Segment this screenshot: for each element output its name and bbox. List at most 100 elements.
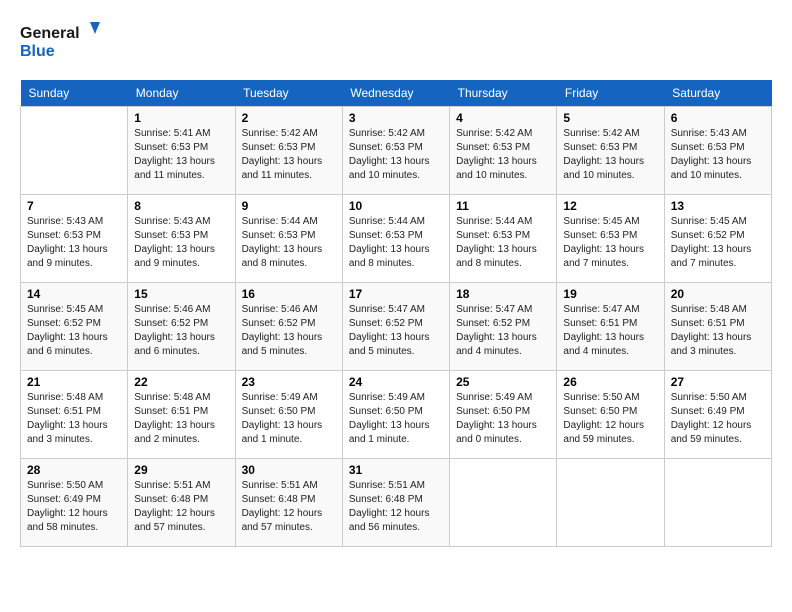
- calendar-cell: 17Sunrise: 5:47 AM Sunset: 6:52 PM Dayli…: [342, 283, 449, 371]
- calendar-week-1: 1 Sunrise: 5:41 AM Sunset: 6:53 PM Daylig…: [21, 107, 772, 195]
- day-info: Sunrise: 5:42 AM Sunset: 6:53 PM Dayligh…: [563, 127, 657, 183]
- day-number: 18: [456, 287, 550, 301]
- day-info: Sunrise: 5:51 AM Sunset: 6:48 PM Dayligh…: [349, 479, 443, 535]
- day-number: 25: [456, 375, 550, 389]
- day-info: Sunrise: 5:48 AM Sunset: 6:51 PM Dayligh…: [134, 391, 228, 447]
- weekday-header-row: SundayMondayTuesdayWednesdayThursdayFrid…: [21, 80, 772, 107]
- day-info: Sunrise: 5:49 AM Sunset: 6:50 PM Dayligh…: [456, 391, 550, 447]
- day-info: Sunrise: 5:51 AM Sunset: 6:48 PM Dayligh…: [134, 479, 228, 535]
- calendar-cell: 23 Sunrise: 5:49 AM Sunset: 6:50 PM Dayli…: [235, 371, 342, 459]
- day-info: Sunrise: 5:46 AM Sunset: 6:52 PM Dayligh…: [242, 303, 336, 359]
- day-number: 29: [134, 463, 228, 477]
- calendar-week-3: 14 Sunrise: 5:45 AM Sunset: 6:52 PM Dayli…: [21, 283, 772, 371]
- day-info: Sunrise: 5:44 AM Sunset: 6:53 PM Dayligh…: [456, 215, 550, 271]
- weekday-monday: Monday: [128, 80, 235, 107]
- day-info: Sunrise: 5:43 AM Sunset: 6:53 PM Dayligh…: [27, 215, 121, 271]
- day-number: 11: [456, 199, 550, 213]
- day-number: 17: [349, 287, 443, 301]
- calendar-cell: 3 Sunrise: 5:42 AM Sunset: 6:53 PM Daylig…: [342, 107, 449, 195]
- day-info: Sunrise: 5:42 AM Sunset: 6:53 PM Dayligh…: [349, 127, 443, 183]
- svg-text:Blue: Blue: [20, 43, 55, 60]
- calendar-cell: 12Sunrise: 5:45 AM Sunset: 6:53 PM Dayli…: [557, 195, 664, 283]
- weekday-saturday: Saturday: [664, 80, 771, 107]
- day-number: 30: [242, 463, 336, 477]
- day-number: 7: [27, 199, 121, 213]
- day-info: Sunrise: 5:46 AM Sunset: 6:52 PM Dayligh…: [134, 303, 228, 359]
- day-info: Sunrise: 5:41 AM Sunset: 6:53 PM Dayligh…: [134, 127, 228, 183]
- day-info: Sunrise: 5:50 AM Sunset: 6:49 PM Dayligh…: [671, 391, 765, 447]
- calendar-cell: 8 Sunrise: 5:43 AM Sunset: 6:53 PM Daylig…: [128, 195, 235, 283]
- calendar-cell: 22 Sunrise: 5:48 AM Sunset: 6:51 PM Dayli…: [128, 371, 235, 459]
- day-info: Sunrise: 5:43 AM Sunset: 6:53 PM Dayligh…: [671, 127, 765, 183]
- day-number: 2: [242, 111, 336, 125]
- day-number: 4: [456, 111, 550, 125]
- day-number: 19: [563, 287, 657, 301]
- day-number: 14: [27, 287, 121, 301]
- day-number: 22: [134, 375, 228, 389]
- day-number: 15: [134, 287, 228, 301]
- calendar-week-4: 21Sunrise: 5:48 AM Sunset: 6:51 PM Dayli…: [21, 371, 772, 459]
- calendar-cell: 15 Sunrise: 5:46 AM Sunset: 6:52 PM Dayli…: [128, 283, 235, 371]
- calendar-body: 1 Sunrise: 5:41 AM Sunset: 6:53 PM Daylig…: [21, 107, 772, 547]
- day-number: 9: [242, 199, 336, 213]
- calendar-cell: 13Sunrise: 5:45 AM Sunset: 6:52 PM Dayli…: [664, 195, 771, 283]
- day-info: Sunrise: 5:49 AM Sunset: 6:50 PM Dayligh…: [242, 391, 336, 447]
- day-info: Sunrise: 5:43 AM Sunset: 6:53 PM Dayligh…: [134, 215, 228, 271]
- calendar-cell: 5Sunrise: 5:42 AM Sunset: 6:53 PM Daylig…: [557, 107, 664, 195]
- day-info: Sunrise: 5:50 AM Sunset: 6:50 PM Dayligh…: [563, 391, 657, 447]
- calendar-cell: 31 Sunrise: 5:51 AM Sunset: 6:48 PM Dayli…: [342, 459, 449, 547]
- calendar-cell: 4 Sunrise: 5:42 AM Sunset: 6:53 PM Daylig…: [450, 107, 557, 195]
- day-number: 8: [134, 199, 228, 213]
- calendar-cell: 19 Sunrise: 5:47 AM Sunset: 6:51 PM Dayli…: [557, 283, 664, 371]
- calendar-cell: 25 Sunrise: 5:49 AM Sunset: 6:50 PM Dayli…: [450, 371, 557, 459]
- day-info: Sunrise: 5:45 AM Sunset: 6:52 PM Dayligh…: [27, 303, 121, 359]
- calendar-cell: 16 Sunrise: 5:46 AM Sunset: 6:52 PM Dayli…: [235, 283, 342, 371]
- calendar-cell: 30 Sunrise: 5:51 AM Sunset: 6:48 PM Dayli…: [235, 459, 342, 547]
- calendar-cell: 7 Sunrise: 5:43 AM Sunset: 6:53 PM Daylig…: [21, 195, 128, 283]
- logo-svg: General Blue: [20, 20, 100, 64]
- day-number: 3: [349, 111, 443, 125]
- day-info: Sunrise: 5:48 AM Sunset: 6:51 PM Dayligh…: [27, 391, 121, 447]
- day-info: Sunrise: 5:49 AM Sunset: 6:50 PM Dayligh…: [349, 391, 443, 447]
- day-number: 23: [242, 375, 336, 389]
- svg-text:General: General: [20, 25, 80, 42]
- calendar-cell: 24 Sunrise: 5:49 AM Sunset: 6:50 PM Dayli…: [342, 371, 449, 459]
- calendar-cell: 9 Sunrise: 5:44 AM Sunset: 6:53 PM Daylig…: [235, 195, 342, 283]
- day-info: Sunrise: 5:51 AM Sunset: 6:48 PM Dayligh…: [242, 479, 336, 535]
- calendar-week-5: 28Sunrise: 5:50 AM Sunset: 6:49 PM Dayli…: [21, 459, 772, 547]
- day-info: Sunrise: 5:47 AM Sunset: 6:52 PM Dayligh…: [456, 303, 550, 359]
- calendar-cell: [557, 459, 664, 547]
- day-info: Sunrise: 5:48 AM Sunset: 6:51 PM Dayligh…: [671, 303, 765, 359]
- calendar-week-2: 7 Sunrise: 5:43 AM Sunset: 6:53 PM Daylig…: [21, 195, 772, 283]
- weekday-sunday: Sunday: [21, 80, 128, 107]
- day-number: 16: [242, 287, 336, 301]
- weekday-wednesday: Wednesday: [342, 80, 449, 107]
- calendar-cell: 21Sunrise: 5:48 AM Sunset: 6:51 PM Dayli…: [21, 371, 128, 459]
- day-number: 31: [349, 463, 443, 477]
- day-info: Sunrise: 5:42 AM Sunset: 6:53 PM Dayligh…: [456, 127, 550, 183]
- calendar-table: SundayMondayTuesdayWednesdayThursdayFrid…: [20, 80, 772, 547]
- day-number: 20: [671, 287, 765, 301]
- day-number: 26: [563, 375, 657, 389]
- weekday-friday: Friday: [557, 80, 664, 107]
- calendar-cell: 29 Sunrise: 5:51 AM Sunset: 6:48 PM Dayli…: [128, 459, 235, 547]
- day-number: 24: [349, 375, 443, 389]
- calendar-cell: 18 Sunrise: 5:47 AM Sunset: 6:52 PM Dayli…: [450, 283, 557, 371]
- day-info: Sunrise: 5:47 AM Sunset: 6:51 PM Dayligh…: [563, 303, 657, 359]
- calendar-cell: 1 Sunrise: 5:41 AM Sunset: 6:53 PM Daylig…: [128, 107, 235, 195]
- calendar-cell: 28Sunrise: 5:50 AM Sunset: 6:49 PM Dayli…: [21, 459, 128, 547]
- weekday-tuesday: Tuesday: [235, 80, 342, 107]
- page-header: General Blue: [20, 20, 772, 64]
- day-info: Sunrise: 5:44 AM Sunset: 6:53 PM Dayligh…: [242, 215, 336, 271]
- day-number: 12: [563, 199, 657, 213]
- day-number: 1: [134, 111, 228, 125]
- calendar-cell: [21, 107, 128, 195]
- day-number: 13: [671, 199, 765, 213]
- calendar-cell: 11 Sunrise: 5:44 AM Sunset: 6:53 PM Dayli…: [450, 195, 557, 283]
- logo: General Blue: [20, 20, 100, 64]
- calendar-cell: 14 Sunrise: 5:45 AM Sunset: 6:52 PM Dayli…: [21, 283, 128, 371]
- calendar-cell: 26 Sunrise: 5:50 AM Sunset: 6:50 PM Dayli…: [557, 371, 664, 459]
- calendar-cell: 10Sunrise: 5:44 AM Sunset: 6:53 PM Dayli…: [342, 195, 449, 283]
- calendar-cell: 6Sunrise: 5:43 AM Sunset: 6:53 PM Daylig…: [664, 107, 771, 195]
- calendar-cell: 20 Sunrise: 5:48 AM Sunset: 6:51 PM Dayli…: [664, 283, 771, 371]
